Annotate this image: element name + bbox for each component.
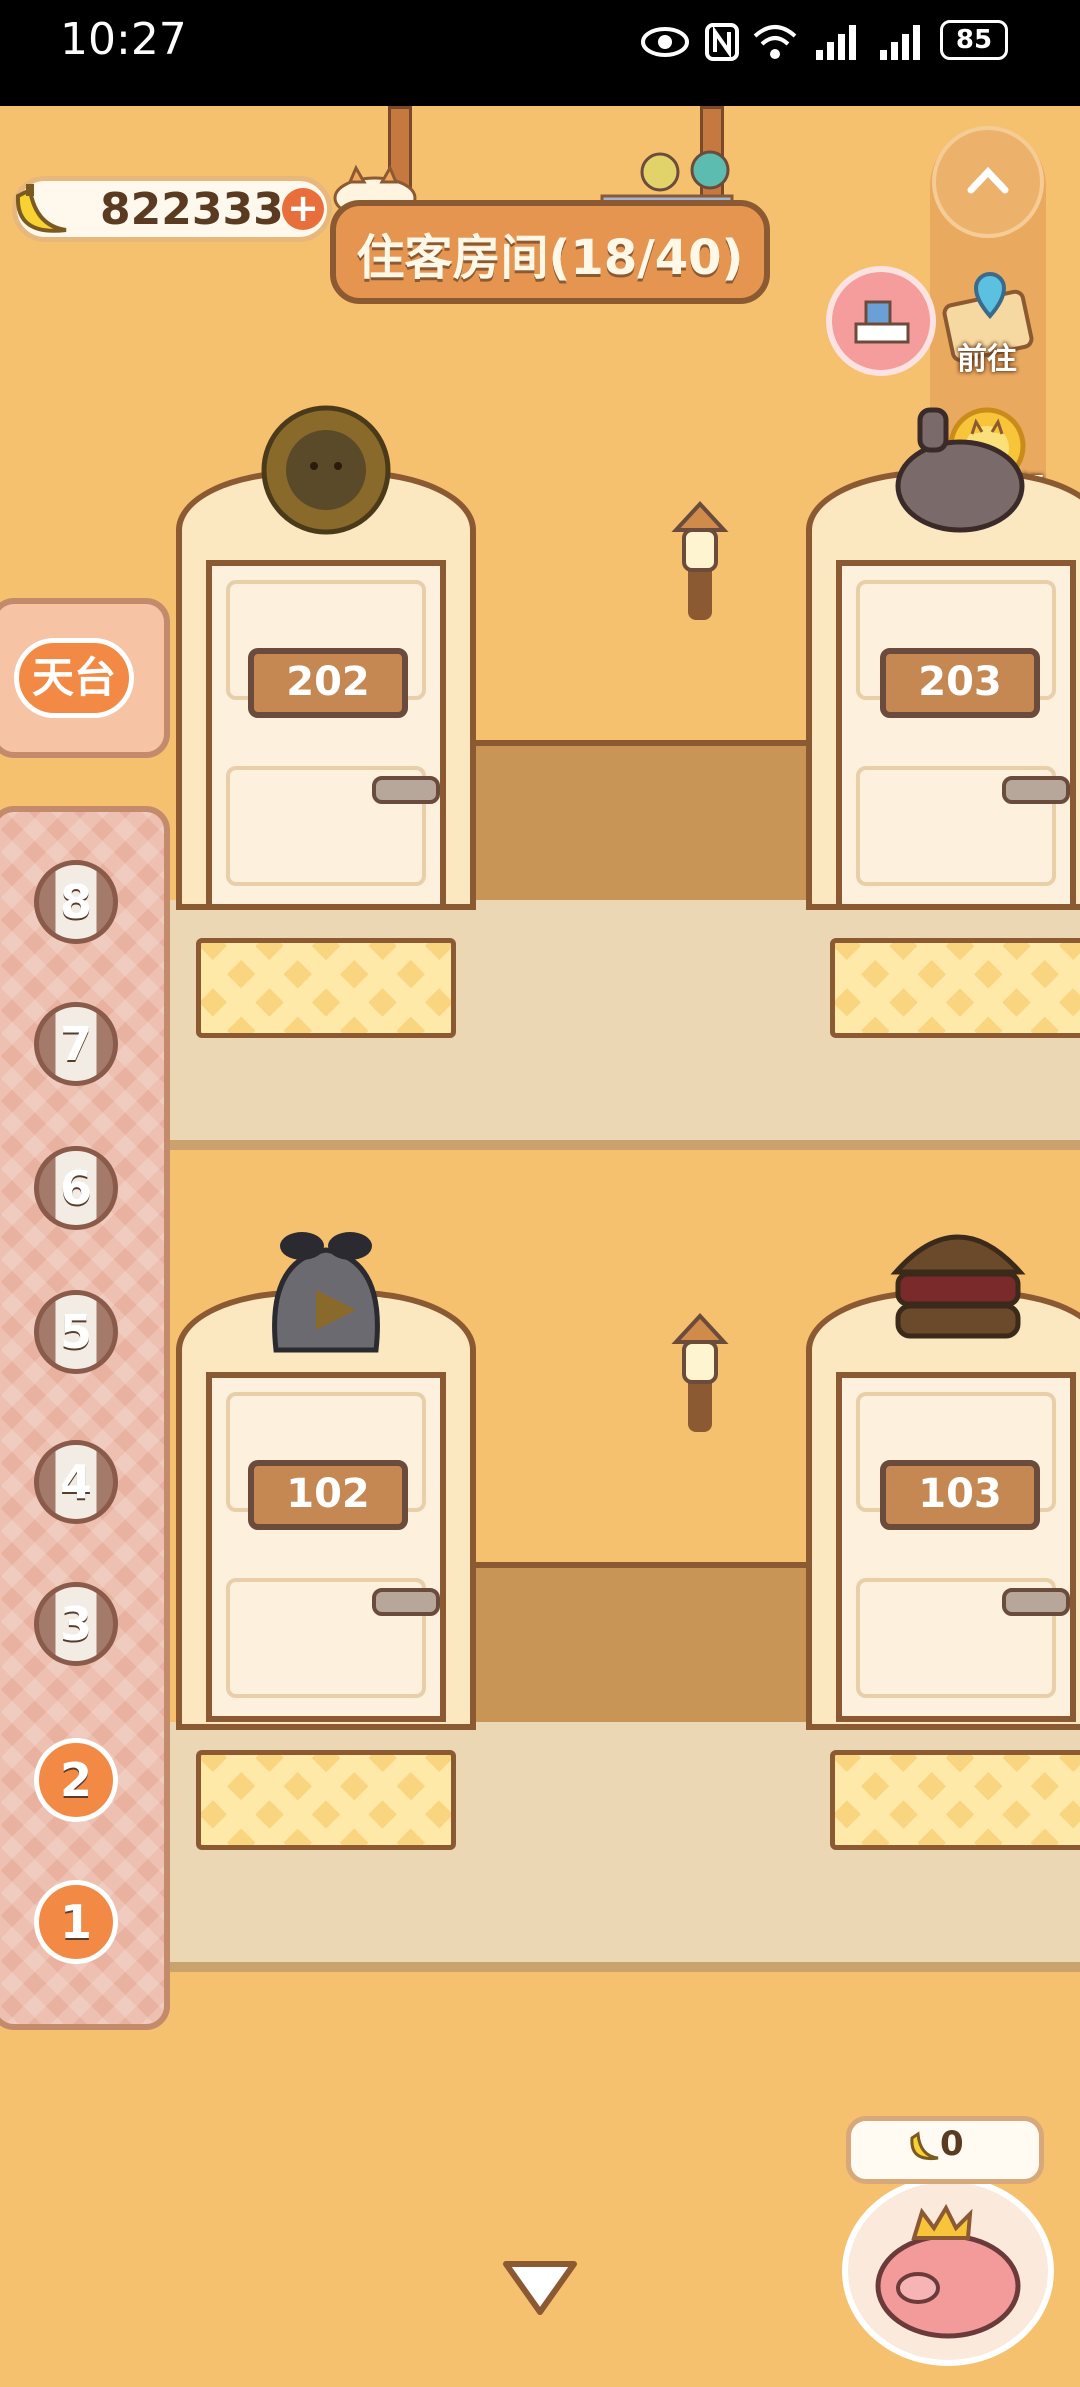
floor-8-button[interactable]: 8	[34, 860, 118, 944]
nfc-icon	[705, 23, 739, 61]
floor-selector	[0, 806, 170, 2030]
crow-icon	[272, 1232, 380, 1353]
floor-1-button[interactable]: 1	[34, 1880, 118, 1964]
burger-icon	[890, 1234, 1026, 1339]
door-mat	[830, 938, 1080, 1038]
room-202-sign: 202	[248, 648, 408, 718]
battery-indicator: 85	[940, 20, 1008, 60]
wall-lamp-icon	[671, 1313, 729, 1432]
sunflower-icon	[261, 405, 391, 535]
lower-corridor	[470, 1562, 820, 1728]
eye-icon	[641, 27, 689, 57]
collapse-menu-button[interactable]	[932, 126, 1044, 238]
pot-icon	[895, 407, 1025, 533]
room-202-door[interactable]	[206, 560, 446, 910]
door-handle	[372, 776, 440, 804]
floor-4-button[interactable]: 4	[34, 1440, 118, 1524]
wifi-icon	[753, 25, 797, 59]
clock: 10:27	[60, 14, 187, 65]
room-203-door[interactable]	[836, 560, 1076, 910]
signal-icon	[880, 25, 920, 60]
floor-3-button[interactable]: 3	[34, 1582, 118, 1666]
room-102-door[interactable]	[206, 1372, 446, 1722]
chevron-up-icon	[967, 166, 1009, 194]
floor-7-button[interactable]: 7	[34, 1002, 118, 1086]
piggy-bank-count: 0	[940, 2124, 964, 2164]
room-203-sign: 203	[880, 648, 1040, 718]
rooftop-button[interactable]: 天台	[14, 638, 134, 718]
floor-2-button[interactable]: 2	[34, 1738, 118, 1822]
goto-button[interactable]: 前往	[932, 268, 1044, 380]
banana-icon	[910, 2131, 939, 2161]
triangle-down-icon[interactable]	[500, 2258, 580, 2318]
door-mat	[196, 938, 456, 1038]
room-103-door[interactable]	[836, 1372, 1076, 1722]
piggy-bank-button[interactable]	[842, 2176, 1054, 2366]
floor-6-button[interactable]: 6	[34, 1146, 118, 1230]
pig-bank-icon	[875, 2203, 1021, 2339]
floor-5-button[interactable]: 5	[34, 1290, 118, 1374]
room-102-sign: 102	[248, 1460, 408, 1530]
status-bar: 10:27 85	[0, 0, 1080, 106]
door-mat	[830, 1750, 1080, 1850]
banana-icon	[15, 184, 67, 233]
door-handle	[1002, 776, 1070, 804]
page-title: 住客房间(18/40)	[356, 230, 744, 286]
signal-icon	[816, 25, 856, 60]
door-handle	[1002, 1588, 1070, 1616]
door-handle	[372, 1588, 440, 1616]
door-mat	[196, 1750, 456, 1850]
upper-corridor	[470, 740, 820, 906]
add-currency-button[interactable]: +	[282, 188, 324, 230]
wall-lamp-icon	[671, 501, 729, 620]
currency-amount: 822333	[100, 184, 284, 235]
goto-label: 前往	[957, 342, 1017, 377]
room-103-sign: 103	[880, 1460, 1040, 1530]
